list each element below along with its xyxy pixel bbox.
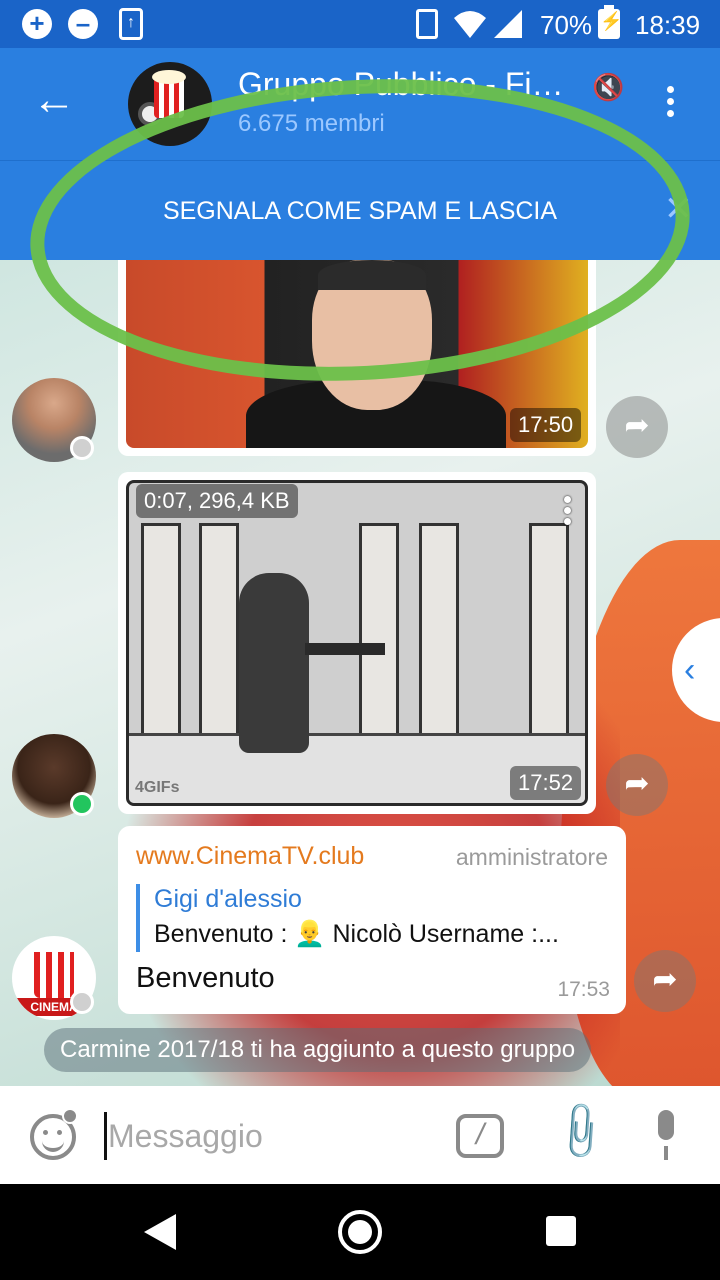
forward-icon[interactable]: ➦ (606, 396, 668, 458)
battery-charging-icon (598, 5, 622, 39)
video-menu-icon[interactable] (560, 496, 574, 529)
more-options-icon[interactable] (660, 86, 680, 126)
chat-plus-icon: + (22, 9, 52, 39)
message-time: 17:50 (510, 408, 582, 442)
admin-badge: amministratore (455, 844, 608, 870)
battery-percent: 70% (540, 10, 593, 40)
text-message[interactable]: www.CinemaTV.club amministratore Gigi d'… (118, 826, 626, 1014)
service-message: Carmine 2017/18 ti ha aggiunto a questo … (44, 1028, 592, 1072)
badge-dot (62, 1108, 78, 1124)
microphone-icon[interactable] (652, 1110, 680, 1162)
group-title[interactable]: Gruppo Pubblico - Fi… (238, 66, 598, 103)
offline-dot (70, 436, 94, 460)
video-meta: 0:07, 296,4 KB (136, 484, 298, 518)
nav-recents-icon[interactable] (546, 1216, 576, 1246)
popcorn-icon (152, 70, 186, 118)
forward-icon[interactable]: ➦ (606, 754, 668, 816)
chat-area[interactable]: 17:50 ➦ 4GIFs 0:07, 296,4 KB 17:52 ➦ ‹ w… (0, 260, 720, 1086)
forward-icon[interactable]: ➦ (634, 950, 696, 1012)
popcorn-icon (34, 952, 74, 998)
navigation-bar (0, 1184, 720, 1280)
video-thumbnail: 4GIFs (126, 480, 588, 806)
online-dot (70, 792, 94, 816)
offline-dot (70, 990, 94, 1014)
sender-name[interactable]: www.CinemaTV.club (136, 842, 364, 871)
nav-back-icon[interactable] (144, 1214, 176, 1250)
back-arrow-icon[interactable]: ← (32, 78, 78, 122)
message-time: 17:52 (510, 766, 582, 800)
upload-icon: ↑ (119, 8, 143, 40)
reply-quote[interactable]: Gigi d'alessio Benvenuto : 👱‍♂️ Nicolò U… (136, 884, 608, 952)
muted-icon: 🔇 (592, 72, 625, 102)
message-body: Benvenuto (136, 962, 275, 994)
bot-command-icon[interactable]: / (456, 1114, 504, 1158)
status-bar: + – ↑ 70% 18:39 (0, 0, 720, 48)
nav-home-icon[interactable] (338, 1210, 382, 1254)
member-count: 6.675 membri (238, 110, 385, 137)
attach-icon[interactable]: 📎 (547, 1097, 615, 1165)
spam-banner: SEGNALA COME SPAM E LASCIA ✕ (0, 160, 720, 260)
signal-icon (494, 10, 522, 38)
close-icon[interactable]: ✕ (664, 189, 693, 229)
message-composer: / 📎 (0, 1086, 720, 1184)
minus-circle-icon: – (68, 9, 98, 39)
reply-sender: Gigi d'alessio (154, 885, 302, 913)
clock: 18:39 (635, 10, 701, 40)
group-avatar[interactable] (128, 62, 212, 146)
video-message[interactable]: 4GIFs (118, 472, 596, 814)
chat-header: ← Gruppo Pubblico - Fi… 🔇 6.675 membri (0, 48, 720, 160)
report-spam-leave-button[interactable]: SEGNALA COME SPAM E LASCIA (0, 197, 720, 226)
message-time: 17:53 (557, 978, 610, 1001)
gif-watermark: 4GIFs (135, 779, 180, 796)
phone-icon (416, 9, 438, 39)
wifi-icon (454, 11, 486, 38)
message-input[interactable] (108, 1112, 438, 1160)
reply-text: Benvenuto : 👱‍♂️ Nicolò Username :... (154, 920, 559, 948)
text-cursor (104, 1112, 107, 1160)
